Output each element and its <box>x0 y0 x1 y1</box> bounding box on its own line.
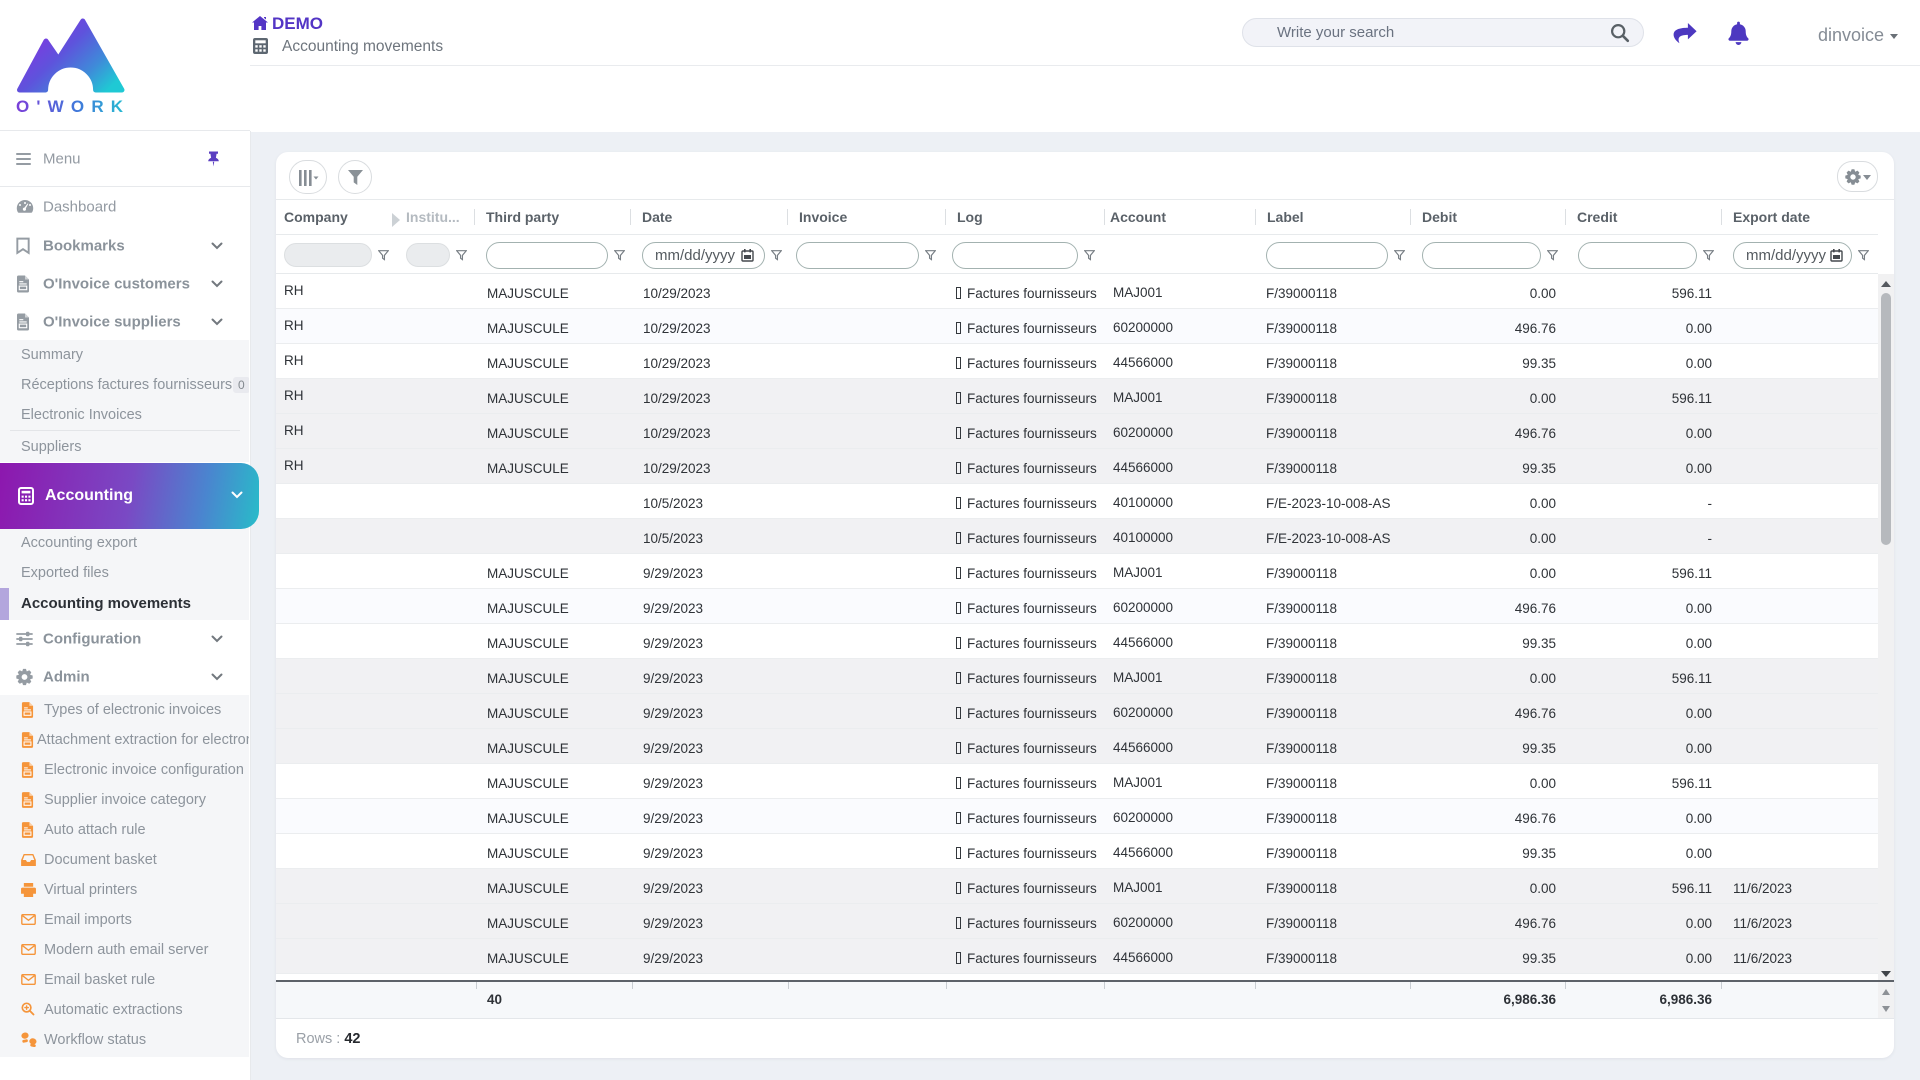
svg-text:O'WORK: O'WORK <box>16 97 126 116</box>
